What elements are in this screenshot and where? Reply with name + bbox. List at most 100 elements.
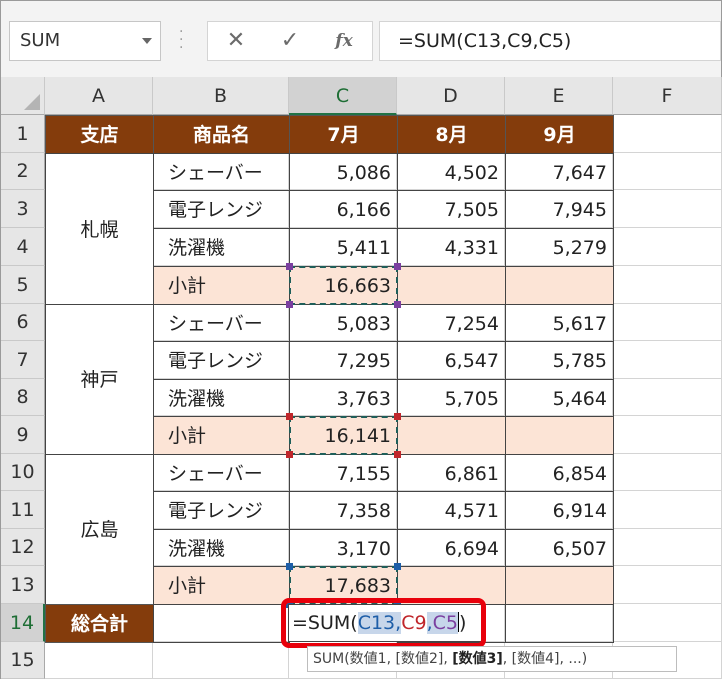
branch-cell[interactable]: 神戸 <box>45 304 154 455</box>
header-cell[interactable]: 7月 <box>289 115 398 154</box>
row-header-5[interactable]: 5 <box>1 266 45 304</box>
range-handle[interactable] <box>394 451 401 458</box>
total-label[interactable]: 総合計 <box>45 604 154 643</box>
column-header-f[interactable]: F <box>613 77 722 115</box>
branch-cell[interactable]: 広島 <box>45 454 154 605</box>
sales-value[interactable]: 7,647 <box>505 153 614 191</box>
range-handle[interactable] <box>286 263 293 270</box>
row-header-1[interactable]: 1 <box>1 115 45 153</box>
range-handle[interactable] <box>286 451 293 458</box>
row-header-13[interactable]: 13 <box>1 566 45 604</box>
formula-input[interactable]: =SUM(C13,C9,C5) <box>379 21 721 61</box>
product-name[interactable]: 電子レンジ <box>153 491 290 530</box>
sales-value[interactable]: 5,464 <box>505 379 614 417</box>
product-name[interactable]: シェーバー <box>153 153 290 191</box>
cell[interactable] <box>613 379 722 416</box>
range-handle[interactable] <box>394 413 401 420</box>
subtotal-value[interactable] <box>505 266 614 305</box>
column-header-d[interactable]: D <box>397 77 505 115</box>
total-empty-cell[interactable] <box>153 604 290 643</box>
chevron-down-icon[interactable] <box>142 38 152 44</box>
sales-value[interactable]: 4,571 <box>397 491 506 530</box>
cell[interactable] <box>613 566 722 604</box>
cell[interactable] <box>613 604 722 642</box>
sales-value[interactable]: 6,854 <box>505 454 614 492</box>
range-handle[interactable] <box>394 563 401 570</box>
product-name[interactable]: 電子レンジ <box>153 341 290 380</box>
product-name[interactable]: シェーバー <box>153 454 290 492</box>
sales-value[interactable]: 7,254 <box>397 304 506 342</box>
subtotal-value[interactable] <box>505 416 614 455</box>
row-header-11[interactable]: 11 <box>1 491 45 529</box>
row-header-4[interactable]: 4 <box>1 228 45 266</box>
cell[interactable] <box>613 416 722 454</box>
product-name[interactable]: 電子レンジ <box>153 190 290 229</box>
sales-value[interactable]: 5,705 <box>397 379 506 417</box>
row-header-10[interactable]: 10 <box>1 454 45 491</box>
cell[interactable] <box>613 153 722 190</box>
check-icon[interactable]: ✓ <box>270 22 310 60</box>
column-header-e[interactable]: E <box>505 77 613 115</box>
select-all-corner[interactable] <box>1 77 45 115</box>
splitter-dots-icon[interactable]: · · · <box>179 25 183 55</box>
sales-value[interactable]: 3,170 <box>289 529 398 567</box>
cell[interactable] <box>45 642 153 679</box>
total-empty-cell[interactable] <box>505 604 614 643</box>
subtotal-value[interactable] <box>505 566 614 605</box>
range-handle[interactable] <box>286 563 293 570</box>
range-handle[interactable] <box>286 301 293 308</box>
subtotal-label[interactable]: 小計 <box>153 266 290 305</box>
sales-value[interactable]: 4,502 <box>397 153 506 191</box>
sales-value[interactable]: 7,155 <box>289 454 398 492</box>
cell[interactable] <box>613 266 722 304</box>
cell[interactable] <box>613 341 722 379</box>
cell[interactable] <box>613 491 722 529</box>
product-name[interactable]: 洗濯機 <box>153 529 290 567</box>
row-header-6[interactable]: 6 <box>1 304 45 341</box>
insert-function-icon[interactable]: fx <box>324 22 364 60</box>
subtotal-value[interactable] <box>397 416 506 455</box>
header-cell[interactable]: 商品名 <box>153 115 290 154</box>
cell[interactable] <box>613 190 722 228</box>
sales-value[interactable]: 5,279 <box>505 228 614 267</box>
sales-value[interactable]: 5,086 <box>289 153 398 191</box>
sales-value[interactable]: 5,785 <box>505 341 614 380</box>
sales-value[interactable]: 7,945 <box>505 190 614 229</box>
name-box[interactable]: SUM <box>9 21 161 61</box>
range-handle[interactable] <box>394 301 401 308</box>
sales-value[interactable]: 4,331 <box>397 228 506 267</box>
subtotal-value[interactable] <box>397 266 506 305</box>
row-header-2[interactable]: 2 <box>1 153 45 190</box>
subtotal-label[interactable]: 小計 <box>153 416 290 455</box>
row-header-8[interactable]: 8 <box>1 379 45 416</box>
sales-value[interactable]: 7,295 <box>289 341 398 380</box>
row-header-9[interactable]: 9 <box>1 416 45 454</box>
column-header-b[interactable]: B <box>153 77 289 115</box>
row-header-15[interactable]: 15 <box>1 642 45 679</box>
sales-value[interactable]: 6,861 <box>397 454 506 492</box>
cell[interactable] <box>613 115 722 153</box>
close-icon[interactable]: ✕ <box>216 22 256 60</box>
cell[interactable] <box>613 454 722 491</box>
cell[interactable] <box>613 529 722 566</box>
function-tooltip[interactable]: SUM(数値1, [数値2], [数値3], [数値4], ...) <box>307 646 677 672</box>
row-header-12[interactable]: 12 <box>1 529 45 566</box>
range-handle[interactable] <box>286 413 293 420</box>
column-header-a[interactable]: A <box>45 77 153 115</box>
sales-value[interactable]: 7,358 <box>289 491 398 530</box>
sales-value[interactable]: 6,914 <box>505 491 614 530</box>
cell[interactable] <box>613 304 722 341</box>
sales-value[interactable]: 6,694 <box>397 529 506 567</box>
sales-value[interactable]: 5,411 <box>289 228 398 267</box>
sales-value[interactable]: 7,505 <box>397 190 506 229</box>
row-header-3[interactable]: 3 <box>1 190 45 228</box>
cell[interactable] <box>153 642 289 679</box>
sales-value[interactable]: 5,083 <box>289 304 398 342</box>
sales-value[interactable]: 3,763 <box>289 379 398 417</box>
row-header-7[interactable]: 7 <box>1 341 45 379</box>
sales-value[interactable]: 6,547 <box>397 341 506 380</box>
header-cell[interactable]: 9月 <box>505 115 614 154</box>
range-handle[interactable] <box>394 263 401 270</box>
product-name[interactable]: 洗濯機 <box>153 228 290 267</box>
subtotal-label[interactable]: 小計 <box>153 566 290 605</box>
